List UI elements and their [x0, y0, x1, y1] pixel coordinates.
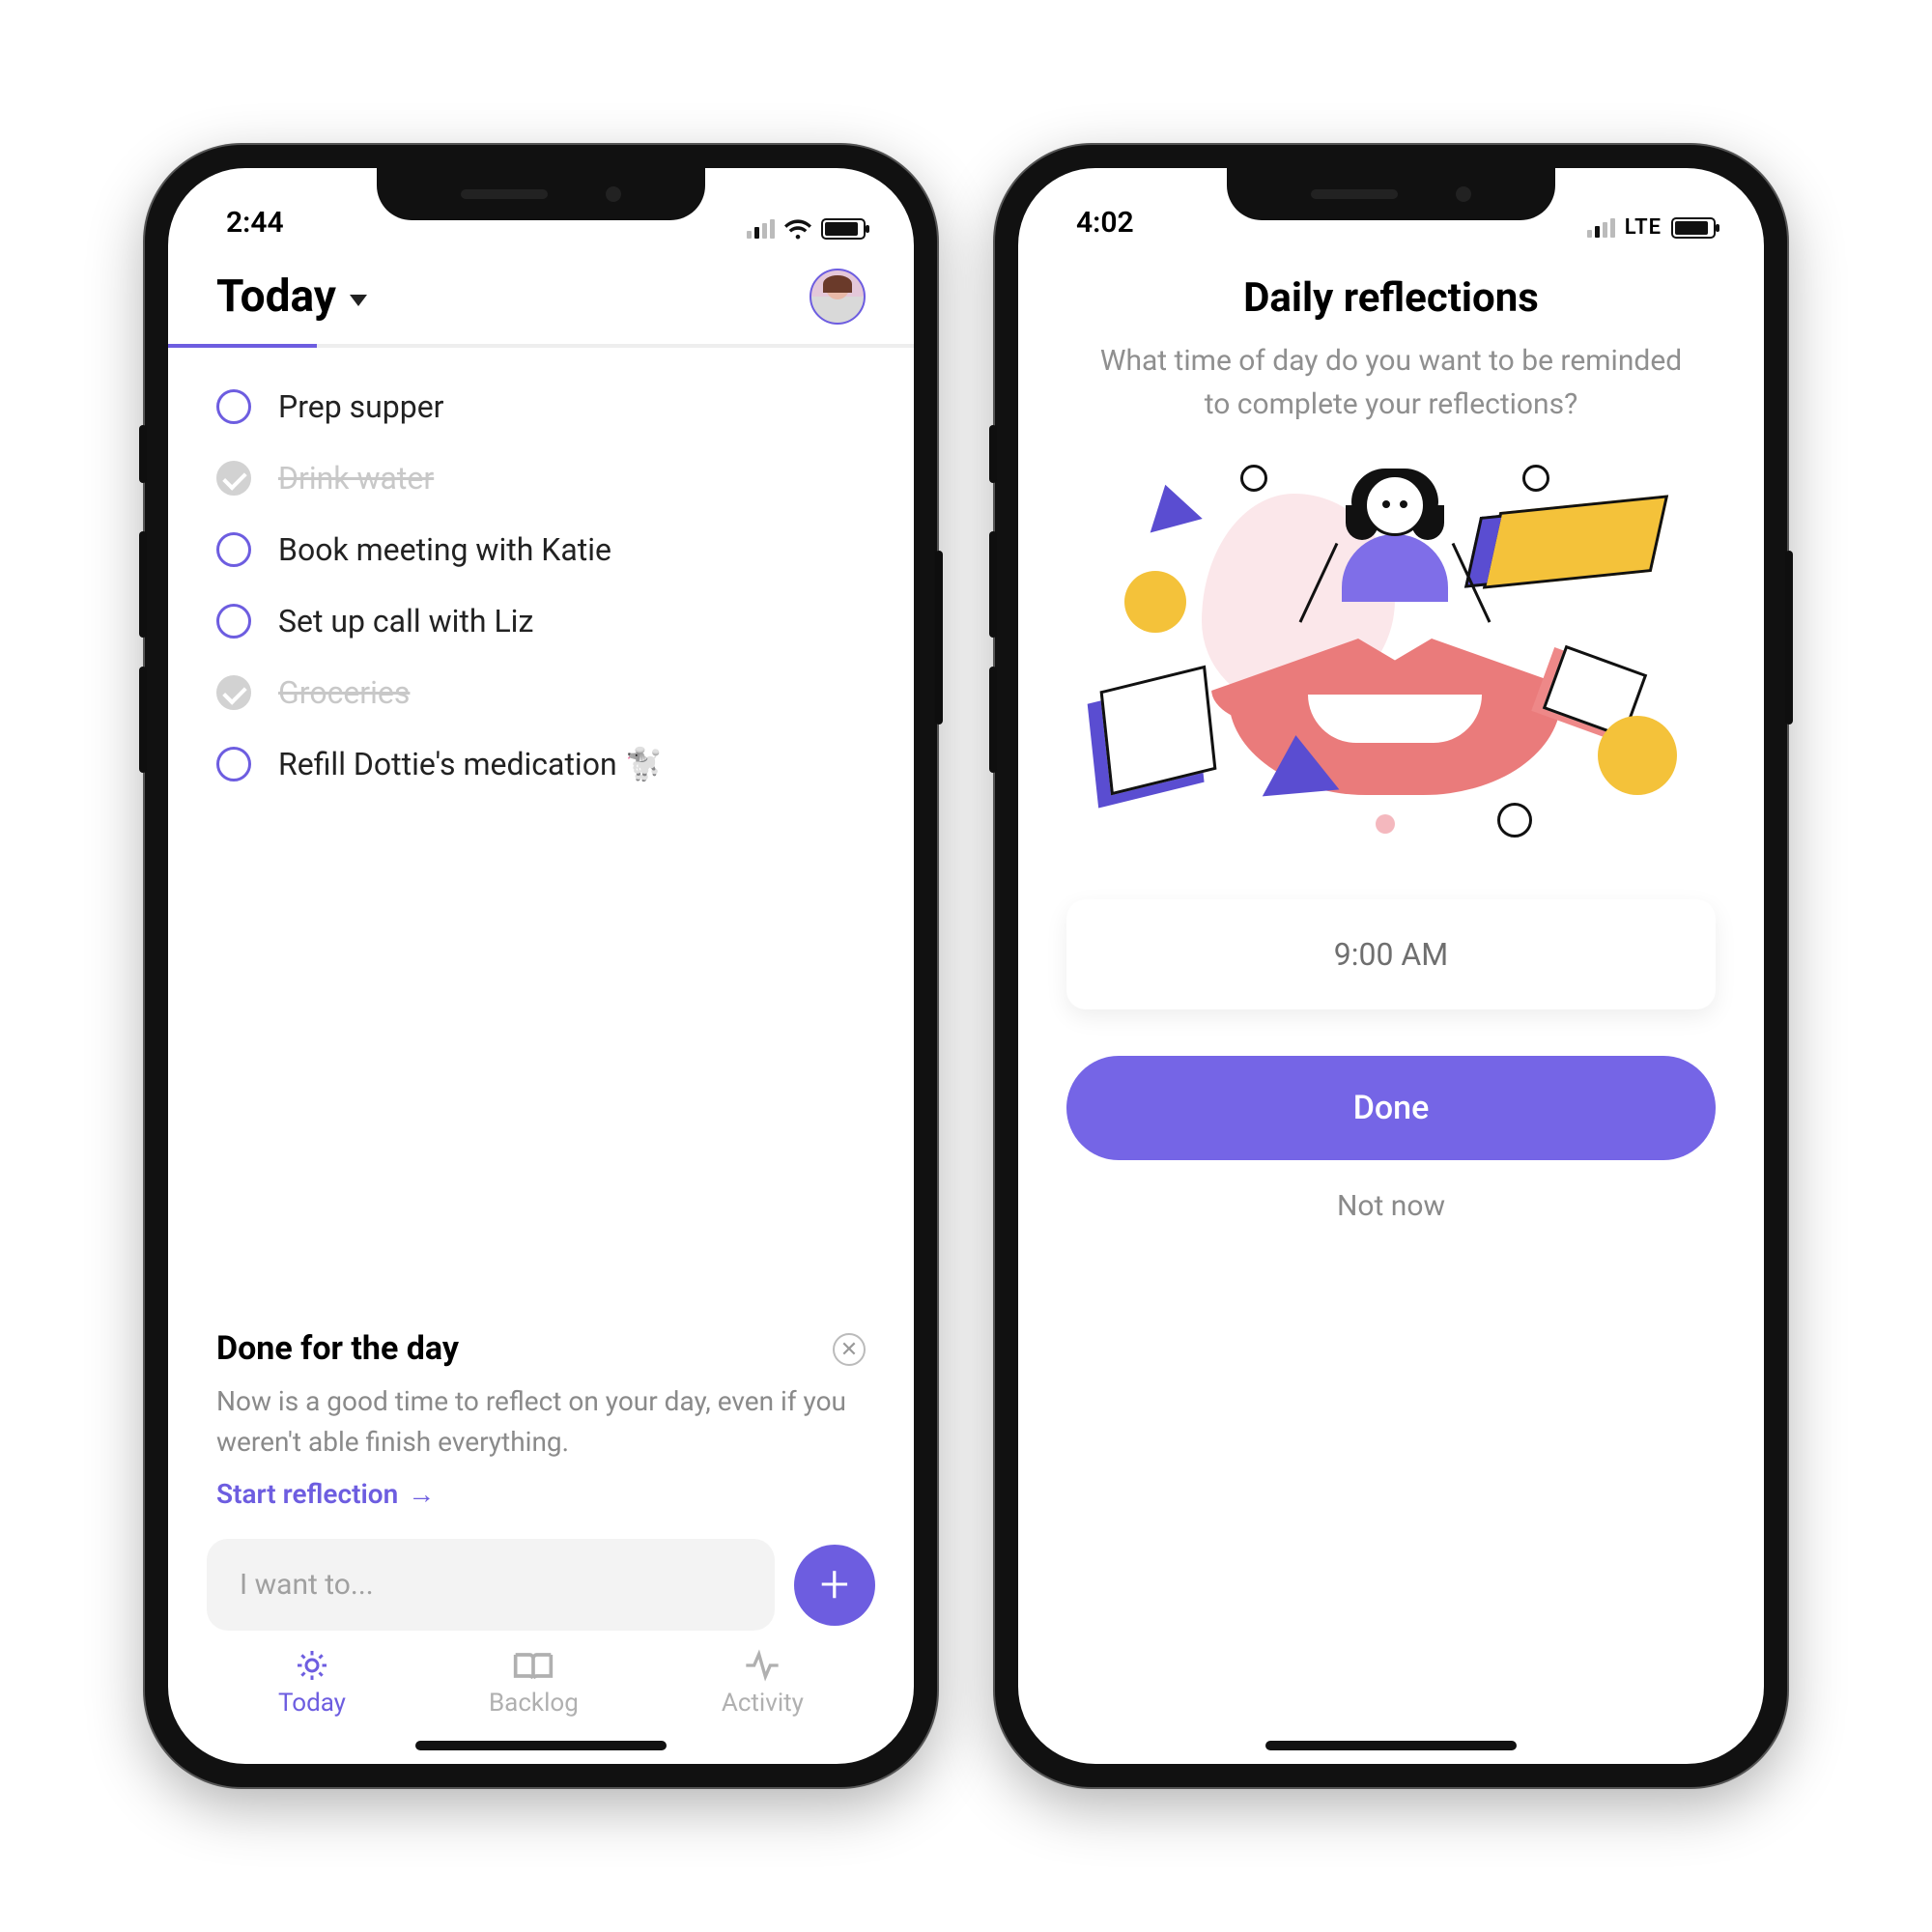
device-notch	[1227, 168, 1555, 220]
signal-icon	[1587, 218, 1615, 238]
phone-today: 2:44 Today Prep supper Drink water Book me…	[145, 145, 937, 1787]
illustration	[1066, 445, 1716, 870]
done-for-day-card: ✕ Done for the day Now is a good time to…	[216, 1329, 866, 1510]
add-task-button[interactable]: +	[794, 1545, 875, 1626]
task-row[interactable]: Prep supper	[216, 371, 866, 442]
tab-label: Today	[278, 1689, 346, 1718]
task-checkbox[interactable]	[216, 461, 251, 496]
arrow-right-icon: →	[408, 1478, 435, 1510]
book-icon	[512, 1648, 554, 1683]
activity-icon	[743, 1648, 781, 1683]
status-time: 4:02	[1076, 206, 1134, 240]
battery-icon	[821, 218, 866, 240]
task-row[interactable]: Drink water	[216, 442, 866, 514]
status-time: 2:44	[226, 206, 284, 240]
task-checkbox[interactable]	[216, 747, 251, 781]
task-list: Prep supper Drink water Book meeting with …	[168, 348, 914, 1291]
close-icon[interactable]: ✕	[833, 1333, 866, 1366]
tab-activity[interactable]: Activity	[722, 1648, 804, 1718]
start-reflection-label: Start reflection	[216, 1478, 398, 1510]
network-label: LTE	[1625, 215, 1662, 240]
device-side-button	[935, 551, 943, 724]
box-icon	[1483, 495, 1668, 588]
circle-icon	[1497, 803, 1532, 838]
dot-icon	[1376, 814, 1395, 834]
triangle-icon	[1139, 478, 1202, 533]
battery-icon	[1671, 217, 1716, 239]
cube-icon	[1100, 666, 1217, 796]
task-row[interactable]: Groceries	[216, 657, 866, 728]
time-selector[interactable]: 9:00 AM	[1066, 899, 1716, 1009]
triangle-icon	[1258, 732, 1340, 797]
tab-label: Activity	[722, 1689, 804, 1718]
wifi-icon	[784, 218, 811, 240]
tab-label: Backlog	[489, 1689, 579, 1718]
device-side-button	[139, 425, 147, 483]
signal-icon	[747, 219, 775, 239]
new-task-placeholder: I want to...	[240, 1568, 374, 1602]
page-title: Today	[216, 270, 336, 323]
dot-icon	[1124, 571, 1186, 633]
device-side-button	[989, 667, 997, 773]
task-text: Prep supper	[278, 388, 444, 425]
avatar[interactable]	[810, 269, 866, 325]
task-text: Groceries	[278, 674, 410, 711]
device-side-button	[139, 531, 147, 638]
task-checkbox[interactable]	[216, 604, 251, 639]
task-text: Refill Dottie's medication 🐩	[278, 746, 663, 782]
task-text: Book meeting with Katie	[278, 531, 611, 568]
title-dropdown[interactable]: Today	[216, 270, 367, 323]
done-card-body: Now is a good time to reflect on your da…	[216, 1381, 866, 1463]
device-side-button	[989, 531, 997, 638]
new-task-input[interactable]: I want to...	[207, 1539, 775, 1631]
done-button[interactable]: Done	[1066, 1056, 1716, 1160]
tab-backlog[interactable]: Backlog	[489, 1648, 579, 1718]
task-checkbox[interactable]	[216, 532, 251, 567]
start-reflection-link[interactable]: Start reflection →	[216, 1478, 866, 1510]
task-row[interactable]: Set up call with Liz	[216, 585, 866, 657]
header: Today	[168, 245, 914, 344]
reflections-title: Daily reflections	[1243, 274, 1539, 322]
task-checkbox[interactable]	[216, 675, 251, 710]
task-checkbox[interactable]	[216, 389, 251, 424]
new-task-row: I want to... +	[207, 1539, 875, 1631]
done-card-title: Done for the day	[216, 1329, 866, 1368]
tab-today[interactable]: Today	[278, 1648, 346, 1718]
person-icon	[1318, 474, 1472, 602]
home-indicator[interactable]	[415, 1741, 667, 1750]
task-text: Set up call with Liz	[278, 603, 533, 639]
device-side-button	[139, 667, 147, 773]
phone-reflections: 4:02 LTE Daily reflections What time of …	[995, 145, 1787, 1787]
device-side-button	[1785, 551, 1793, 724]
task-row[interactable]: Refill Dottie's medication 🐩	[216, 728, 866, 800]
device-side-button	[989, 425, 997, 483]
task-row[interactable]: Book meeting with Katie	[216, 514, 866, 585]
reflections-subtitle: What time of day do you want to be remin…	[1066, 339, 1716, 426]
home-indicator[interactable]	[1265, 1741, 1517, 1750]
not-now-link[interactable]: Not now	[1337, 1189, 1445, 1223]
device-notch	[377, 168, 705, 220]
chevron-down-icon	[350, 295, 367, 306]
sun-icon	[293, 1648, 331, 1683]
dot-icon	[1598, 716, 1677, 795]
task-text: Drink water	[278, 460, 434, 497]
